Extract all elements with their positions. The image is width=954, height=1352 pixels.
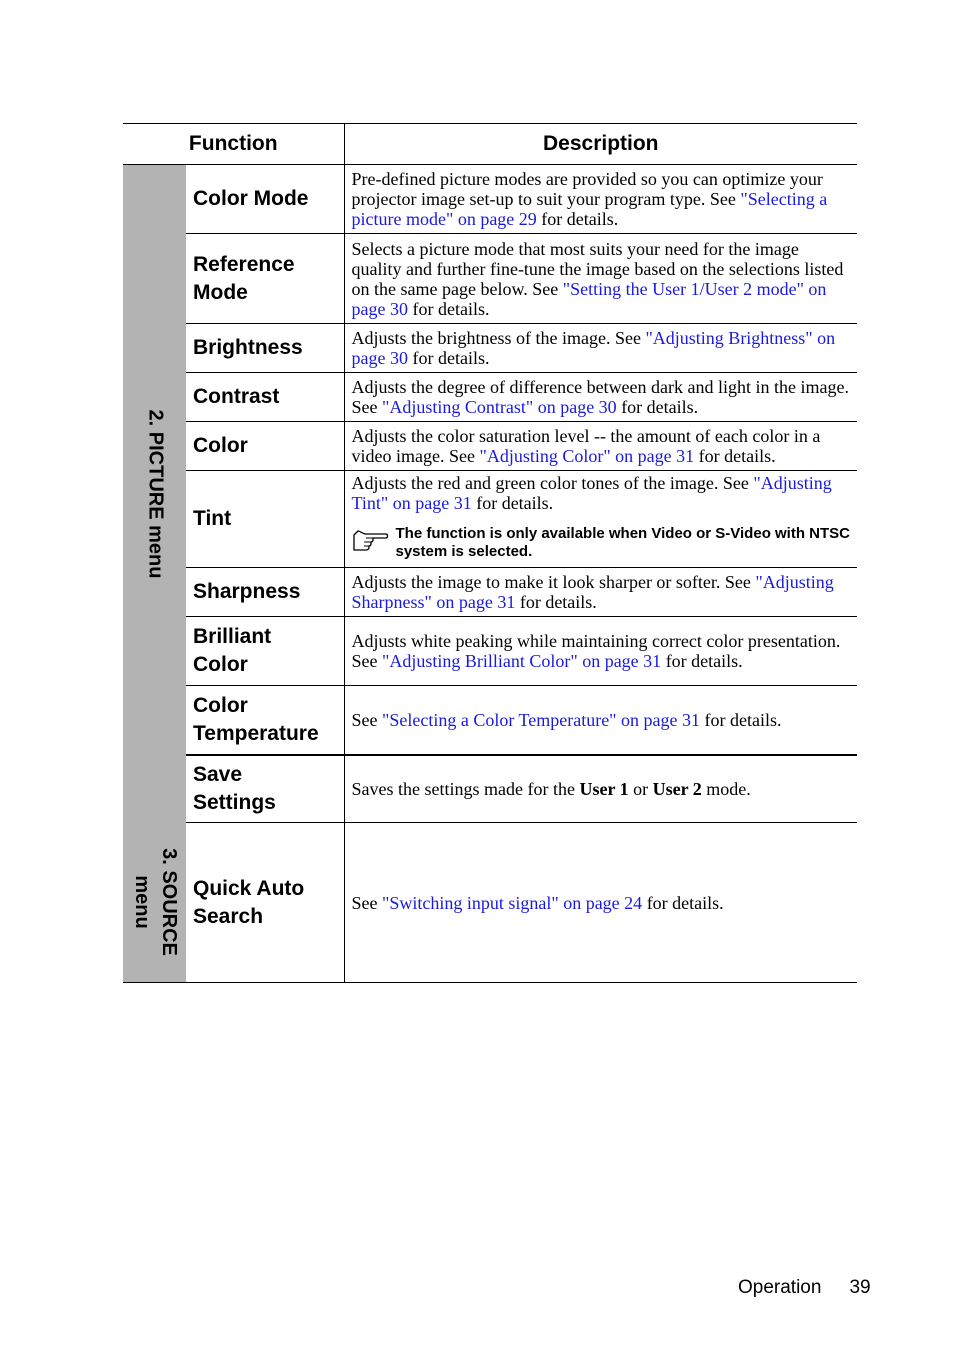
page-link[interactable]: "Adjusting Contrast" on page 30 — [382, 397, 617, 417]
table-row: Brightness Adjusts the brightness of the… — [123, 323, 857, 373]
note-text: The function is only available when Vide… — [395, 525, 851, 560]
function-description: Selects a picture mode that most suits y… — [343, 233, 857, 324]
function-name: Reference Mode — [186, 233, 344, 324]
page-footer: Operation 39 — [738, 1277, 871, 1299]
table-row: Color Adjusts the color saturation level… — [123, 421, 857, 471]
table-row: Contrast Adjusts the degree of differenc… — [123, 372, 857, 422]
function-name: Sharpness — [186, 567, 344, 617]
note-box: The function is only available when Vide… — [352, 525, 852, 561]
source-menu-label: 3. SOURCE menu — [130, 848, 180, 957]
function-description: Adjusts the brightness of the image. See… — [343, 323, 857, 373]
function-name: Brilliant Color — [186, 616, 344, 686]
table-row: 2. PICTURE menu Color Mode Pre-defined p… — [123, 164, 857, 823]
function-name: Save Settings — [186, 754, 344, 823]
function-description: Adjusts the degree of difference between… — [343, 372, 857, 422]
table-row: Save Settings Saves the settings made for… — [123, 754, 857, 823]
function-name: Color Temperature — [186, 685, 344, 756]
function-description: Adjusts the image to make it look sharpe… — [343, 567, 857, 617]
footer-section-title: Operation — [738, 1277, 822, 1298]
table-row: 3. SOURCE menu Quick Auto Search See "Swit… — [123, 822, 857, 983]
function-description: Saves the settings made for the User 1 o… — [343, 754, 857, 823]
page-link[interactable]: "Adjusting Color" on page 31 — [479, 446, 694, 466]
page-link[interactable]: "Selecting a Color Temperature" on page … — [382, 710, 700, 730]
function-name: Color Mode — [186, 164, 344, 234]
table-row: Reference Mode Selects a picture mode tha… — [123, 233, 857, 324]
function-description: Adjusts the color saturation level -- th… — [343, 421, 857, 471]
description-column-header: Description — [343, 123, 857, 165]
function-description: See "Selecting a Color Temperature" on p… — [343, 685, 857, 756]
table-row: Tint Adjusts the red and green color ton… — [123, 470, 857, 568]
page-link[interactable]: "Switching input signal" on page 24 — [382, 893, 642, 913]
table-header-row: Function Description — [123, 123, 857, 165]
function-description: Adjusts the red and green color tones of… — [343, 470, 857, 568]
function-name: Brightness — [186, 323, 344, 373]
table-row: Sharpness Adjusts the image to make it l… — [123, 567, 857, 617]
source-menu-group: 3. SOURCE menu — [123, 822, 186, 983]
table-row: Brilliant Color Adjusts white peaking whi… — [123, 616, 857, 686]
function-description: Pre-defined picture modes are provided s… — [343, 164, 857, 234]
function-name: Color — [186, 421, 344, 471]
page-link[interactable]: "Adjusting Brilliant Color" on page 31 — [382, 651, 661, 671]
function-column-header: Function — [123, 123, 344, 165]
picture-menu-group: 2. PICTURE menu — [123, 164, 186, 823]
function-name: Quick Auto Search — [186, 822, 344, 983]
picture-menu-label: 2. PICTURE menu — [144, 409, 166, 579]
function-name: Tint — [186, 470, 344, 568]
pointing-hand-icon — [352, 525, 396, 557]
menu-functions-table: Function Description 2. PICTURE menu Col… — [123, 123, 857, 983]
table-row: Color Temperature See "Selecting a Color … — [123, 685, 857, 756]
page-number: 39 — [849, 1277, 871, 1298]
function-name: Contrast — [186, 372, 344, 422]
function-description: See "Switching input signal" on page 24 … — [343, 822, 857, 983]
function-description: Adjusts white peaking while maintaining … — [343, 616, 857, 686]
